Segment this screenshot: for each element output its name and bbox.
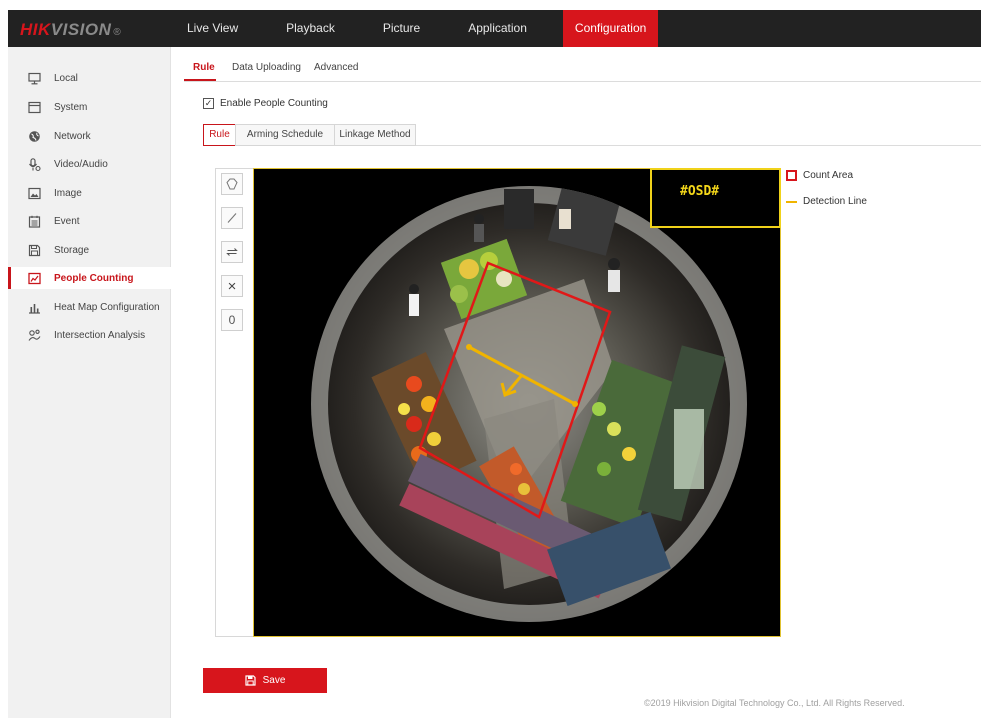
nav-application[interactable]: Application (456, 10, 539, 47)
people-counting-icon (27, 271, 42, 286)
sidebar-item-label: Intersection Analysis (54, 329, 146, 341)
sidebar-item-image[interactable]: Image (8, 182, 171, 204)
save-button-label: Save (262, 675, 286, 686)
subtab-linkage-method[interactable]: Linkage Method (334, 124, 416, 146)
sidebar-item-system[interactable]: System (8, 96, 171, 118)
sidebar-item-video-audio[interactable]: Video/Audio (8, 153, 171, 175)
active-tab-underline (184, 79, 216, 81)
count-area-swatch (786, 170, 797, 181)
sidebar-item-label: Network (54, 130, 91, 142)
legend-count-area-label: Count Area (803, 170, 854, 181)
logo-registered-mark: ® (113, 27, 122, 38)
copyright-footer: ©2019 Hikvision Digital Technology Co., … (644, 698, 905, 708)
tab-rule[interactable]: Rule (193, 62, 215, 73)
image-icon (27, 186, 42, 201)
legend-detection-line-label: Detection Line (803, 196, 867, 207)
sidebar-item-intersection-analysis[interactable]: Intersection Analysis (8, 324, 171, 346)
polygon-icon[interactable] (221, 173, 243, 195)
sidebar-item-heat-map-configuration[interactable]: Heat Map Configuration (8, 296, 171, 318)
enable-people-counting-label: Enable People Counting (220, 98, 328, 109)
tab-data-uploading[interactable]: Data Uploading (232, 62, 301, 73)
calendar-icon (27, 214, 42, 229)
top-navigation-bar: HIKVISION ® Live View Playback Picture Ap… (8, 10, 981, 47)
legend-count-area: Count Area (786, 170, 853, 181)
nav-configuration[interactable]: Configuration (562, 10, 659, 47)
sidebar-item-label: People Counting (54, 272, 134, 284)
osd-overlay[interactable]: #OSD# (650, 168, 781, 228)
nav-live-view[interactable]: Live View (175, 10, 250, 47)
save-button[interactable]: Save (203, 668, 327, 693)
tab-advanced[interactable]: Advanced (314, 62, 358, 73)
sidebar-item-event[interactable]: Event (8, 210, 171, 232)
checkmark-icon: ✓ (204, 98, 213, 108)
sidebar-item-people-counting[interactable]: People Counting (8, 267, 171, 289)
nav-picture[interactable]: Picture (371, 10, 432, 47)
detection-line-swatch (786, 200, 797, 203)
logo-text-red: HIK (20, 20, 51, 39)
clear-icon[interactable]: × (221, 275, 243, 297)
system-icon (27, 100, 42, 115)
monitor-icon (27, 71, 42, 86)
main-nav: Live View Playback Picture Application C… (175, 10, 659, 47)
sidebar-item-label: Storage (54, 244, 90, 256)
sidebar-item-label: System (54, 101, 88, 113)
osd-text: #OSD# (680, 184, 720, 199)
sidebar-item-label: Heat Map Configuration (54, 301, 160, 313)
sidebar-item-label: Video/Audio (54, 158, 108, 170)
zero-icon[interactable]: 0 (221, 309, 243, 331)
draw-line-icon[interactable] (221, 207, 243, 229)
fisheye-image (311, 186, 747, 622)
enable-people-counting-checkbox[interactable]: ✓ (203, 98, 214, 109)
config-tabs: Rule Data Uploading Advanced (184, 58, 981, 82)
legend-detection-line: Detection Line (786, 196, 867, 207)
sidebar-item-label: Local (54, 72, 78, 84)
sidebar-item-network[interactable]: Network (8, 125, 171, 147)
globe-icon (27, 129, 42, 144)
storage-icon (27, 243, 42, 258)
bar-chart-icon (27, 300, 42, 315)
sidebar-item-storage[interactable]: Storage (8, 239, 171, 261)
hikvision-logo: HIKVISION ® (20, 20, 121, 40)
nav-playback[interactable]: Playback (274, 10, 347, 47)
sidebar: Local System Network Video/Audio Image E… (8, 47, 171, 718)
video-preview[interactable] (253, 168, 781, 637)
microphone-icon (27, 157, 42, 172)
enable-people-counting-row: ✓ Enable People Counting (203, 98, 328, 109)
logo-text-grey: VISION (50, 20, 112, 39)
sidebar-item-label: Event (54, 215, 80, 227)
subtab-arming-schedule[interactable]: Arming Schedule (235, 124, 335, 146)
save-icon (244, 675, 256, 686)
sidebar-item-local[interactable]: Local (8, 67, 171, 89)
swap-direction-icon[interactable] (221, 241, 243, 263)
subtab-rule[interactable]: Rule (203, 124, 236, 146)
intersection-icon (27, 328, 42, 343)
sidebar-item-label: Image (54, 187, 82, 199)
rule-subtabs: Rule Arming Schedule Linkage Method (203, 124, 981, 146)
